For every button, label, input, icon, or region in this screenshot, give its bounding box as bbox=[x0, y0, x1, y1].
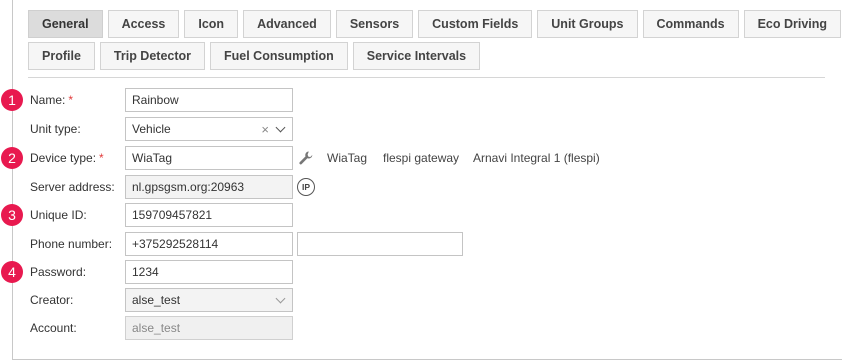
phone-number-label: Phone number: bbox=[30, 237, 113, 251]
phone-number-row: Phone number: bbox=[0, 232, 842, 256]
tabs-row-1: General Access Icon Advanced Sensors Cus… bbox=[28, 10, 842, 38]
account-row: Account: bbox=[0, 316, 842, 340]
unit-type-row: Unit type: Vehicle × bbox=[0, 117, 842, 141]
tab-access[interactable]: Access bbox=[107, 10, 180, 38]
phone-number-2-input[interactable] bbox=[297, 232, 463, 256]
unit-type-label: Unit type: bbox=[30, 122, 81, 136]
clear-icon[interactable]: × bbox=[261, 122, 269, 137]
unique-id-row: 3 Unique ID: bbox=[0, 203, 842, 227]
device-suggestion-flespi-gateway[interactable]: flespi gateway bbox=[383, 146, 459, 170]
ip-icon[interactable]: IP bbox=[297, 178, 315, 196]
name-input[interactable] bbox=[125, 88, 293, 112]
tabs-row-2: Profile Trip Detector Fuel Consumption S… bbox=[28, 42, 485, 70]
tab-sensors[interactable]: Sensors bbox=[335, 10, 414, 38]
account-label: Account: bbox=[30, 321, 77, 335]
account-field bbox=[125, 316, 293, 340]
unit-type-select[interactable]: Vehicle × bbox=[125, 117, 293, 141]
tab-service-intervals[interactable]: Service Intervals bbox=[352, 42, 481, 70]
unique-id-input[interactable] bbox=[125, 203, 293, 227]
server-address-row: Server address: IP bbox=[0, 175, 842, 199]
device-type-row: 2 Device type:* WiaTag flespi gateway Ar… bbox=[0, 146, 842, 170]
device-type-label: Device type: * bbox=[30, 151, 104, 165]
tab-icon[interactable]: Icon bbox=[184, 10, 239, 38]
creator-select[interactable]: alse_test bbox=[125, 288, 293, 312]
name-label: Name: * bbox=[30, 93, 74, 107]
tab-advanced[interactable]: Advanced bbox=[243, 10, 331, 38]
device-suggestion-wiatag[interactable]: WiaTag bbox=[327, 146, 367, 170]
tab-custom-fields[interactable]: Custom Fields bbox=[418, 10, 533, 38]
required-marker: * bbox=[99, 151, 104, 165]
tab-profile[interactable]: Profile bbox=[28, 42, 95, 70]
tab-eco-driving[interactable]: Eco Driving bbox=[743, 10, 842, 38]
password-row: 4 Password: bbox=[0, 260, 842, 284]
creator-value: alse_test bbox=[132, 293, 181, 307]
step-badge-2: 2 bbox=[1, 147, 23, 169]
required-marker: * bbox=[68, 93, 74, 107]
step-badge-1: 1 bbox=[1, 89, 23, 111]
tab-unit-groups[interactable]: Unit Groups bbox=[537, 10, 638, 38]
wrench-icon[interactable] bbox=[298, 150, 314, 166]
tab-fuel-consumption[interactable]: Fuel Consumption bbox=[210, 42, 348, 70]
server-address-field[interactable] bbox=[125, 175, 293, 199]
device-type-input[interactable] bbox=[125, 146, 293, 170]
unit-type-value: Vehicle bbox=[132, 122, 171, 136]
password-label: Password: bbox=[30, 265, 87, 279]
name-row: 1 Name: * bbox=[0, 88, 842, 112]
tab-commands[interactable]: Commands bbox=[642, 10, 739, 38]
tab-general[interactable]: General bbox=[28, 10, 103, 38]
server-address-label: Server address: bbox=[30, 180, 115, 194]
creator-label: Creator: bbox=[30, 293, 74, 307]
creator-row: Creator: alse_test bbox=[0, 288, 842, 312]
tabs-divider bbox=[28, 77, 825, 78]
chevron-down-icon[interactable] bbox=[275, 293, 286, 303]
tab-trip-detector[interactable]: Trip Detector bbox=[99, 42, 206, 70]
password-input[interactable] bbox=[125, 260, 293, 284]
unique-id-label: Unique ID: bbox=[30, 208, 87, 222]
step-badge-4: 4 bbox=[1, 261, 23, 283]
phone-number-input[interactable] bbox=[125, 232, 293, 256]
chevron-down-icon[interactable] bbox=[275, 122, 286, 132]
device-suggestion-arnavi[interactable]: Arnavi Integral 1 (flespi) bbox=[473, 146, 600, 170]
step-badge-3: 3 bbox=[1, 204, 23, 226]
